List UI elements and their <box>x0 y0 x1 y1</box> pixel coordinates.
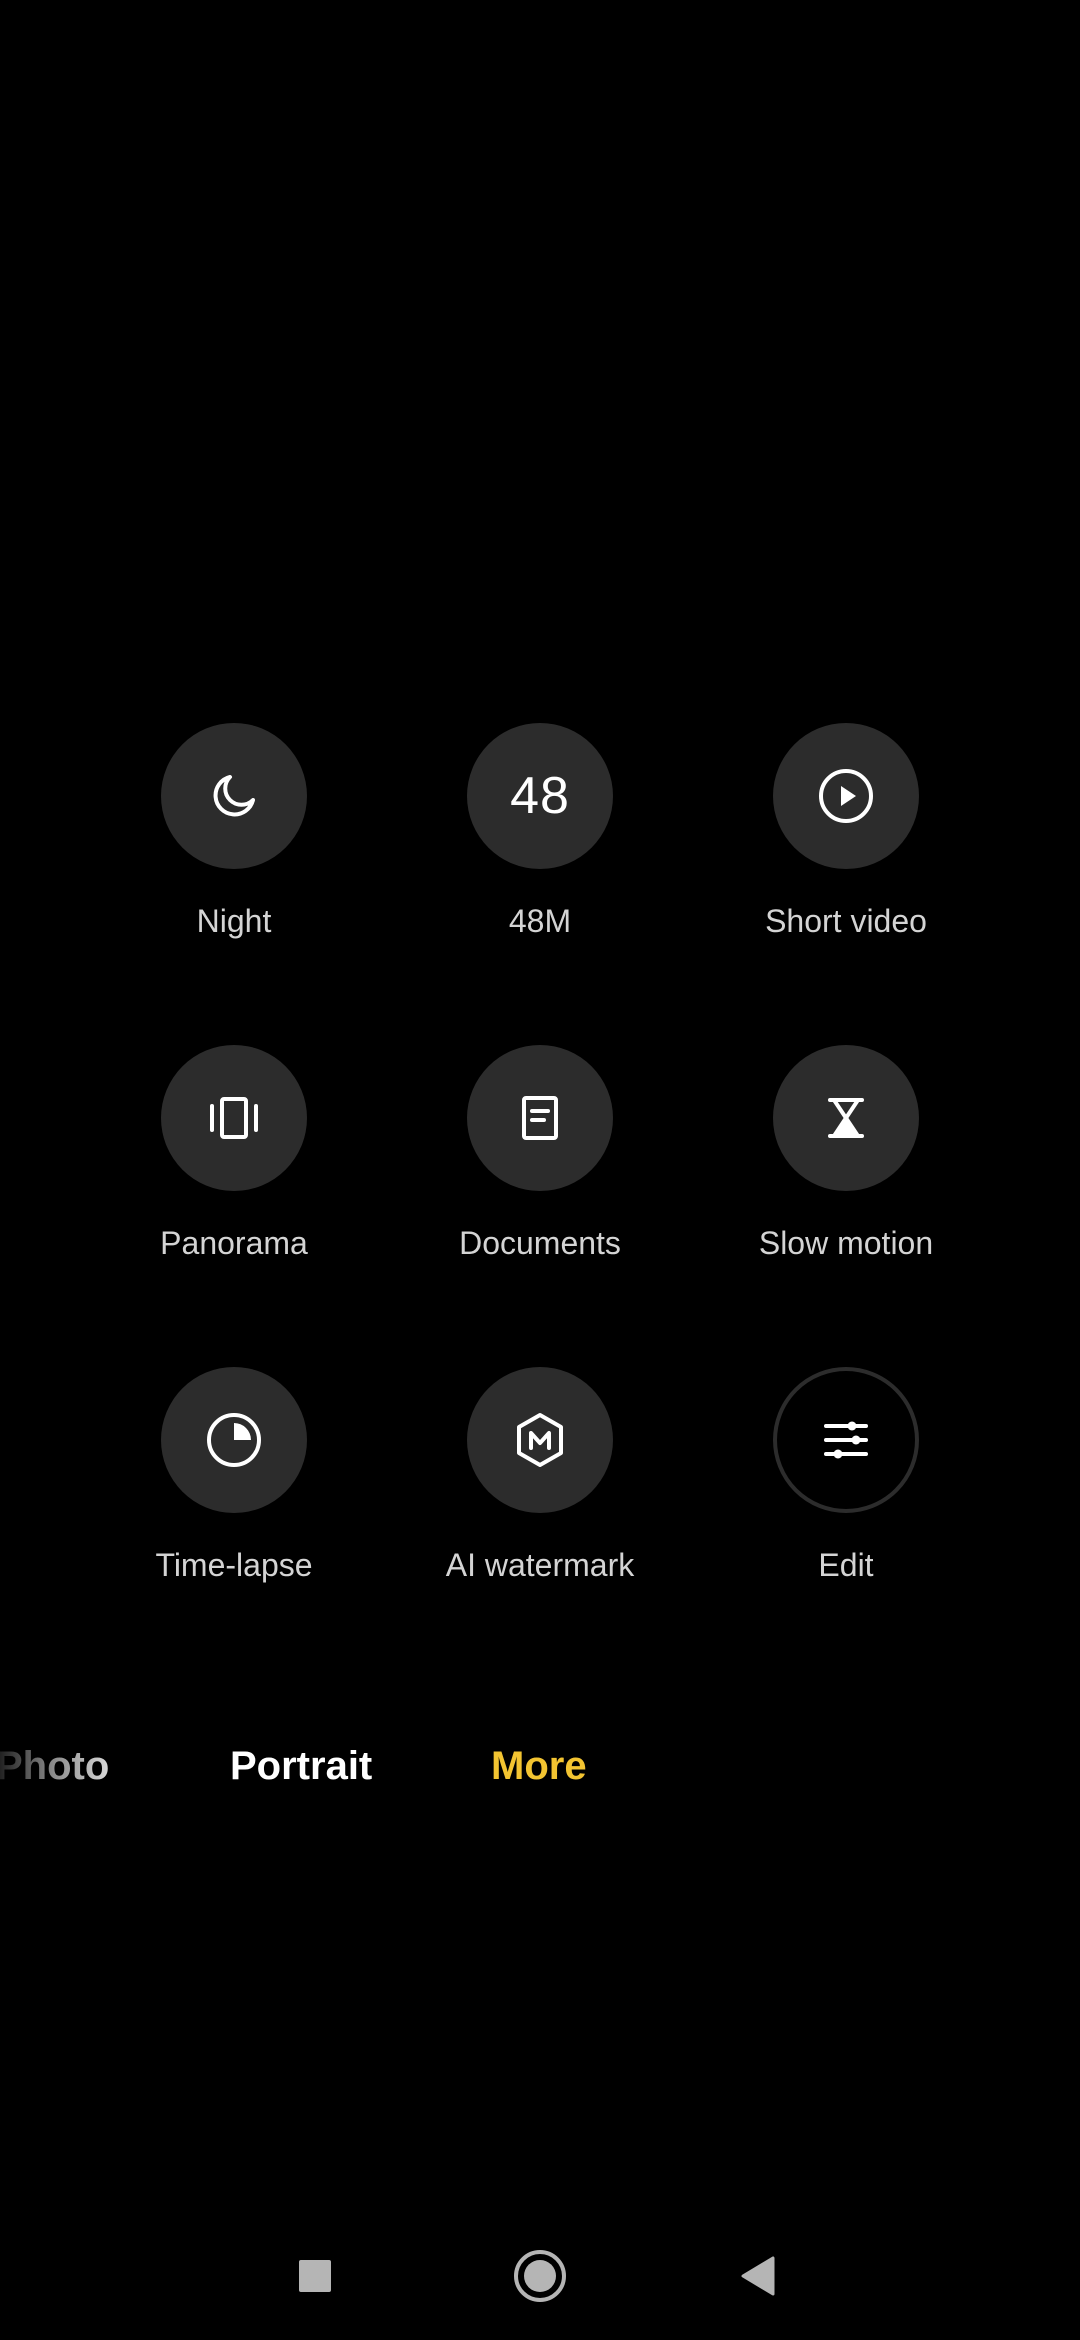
sliders-icon <box>824 1421 868 1459</box>
documents-button[interactable] <box>467 1045 613 1191</box>
document-icon <box>522 1096 558 1140</box>
moon-icon <box>213 775 255 817</box>
time-lapse-label: Time-lapse <box>155 1547 313 1583</box>
48-text-icon: 48 <box>510 767 570 825</box>
mode-ai-watermark[interactable]: AI watermark <box>387 1367 693 1667</box>
recents-button[interactable] <box>279 2240 351 2312</box>
play-circle-icon <box>819 769 873 823</box>
mode-time-lapse[interactable]: Time-lapse <box>81 1367 387 1667</box>
ai-watermark-button[interactable] <box>467 1367 613 1513</box>
mode-slow-motion[interactable]: Slow motion <box>693 1045 999 1345</box>
edit-button[interactable] <box>773 1367 919 1513</box>
night-button[interactable] <box>161 723 307 869</box>
timer-icon <box>207 1413 261 1467</box>
mode-edit[interactable]: Edit <box>693 1367 999 1667</box>
short-video-button[interactable] <box>773 723 919 869</box>
mode-documents[interactable]: Documents <box>387 1045 693 1345</box>
hourglass-icon <box>828 1098 864 1138</box>
panorama-icon <box>210 1097 258 1139</box>
recents-square-icon <box>299 2260 331 2292</box>
panorama-label: Panorama <box>160 1225 308 1261</box>
back-button[interactable] <box>723 2240 795 2312</box>
mode-panorama[interactable]: Panorama <box>81 1045 387 1345</box>
mode-tab-photo[interactable]: Photo <box>0 1742 109 1790</box>
48m-button[interactable]: 48 <box>467 723 613 869</box>
mode-short-video[interactable]: Short video <box>693 723 999 1023</box>
watermark-hexagon-icon <box>517 1413 563 1467</box>
mode-48m[interactable]: 48 48M <box>387 723 693 1023</box>
time-lapse-button[interactable] <box>161 1367 307 1513</box>
edit-label: Edit <box>818 1547 874 1583</box>
48m-label: 48M <box>508 903 572 939</box>
documents-label: Documents <box>459 1225 621 1261</box>
mode-tab-more[interactable]: More <box>491 1742 587 1790</box>
short-video-label: Short video <box>765 903 927 939</box>
mode-tab-portrait[interactable]: Portrait <box>230 1742 372 1790</box>
panorama-button[interactable] <box>161 1045 307 1191</box>
back-triangle-icon <box>741 2256 775 2296</box>
slow-motion-button[interactable] <box>773 1045 919 1191</box>
mode-night[interactable]: Night <box>81 723 387 1023</box>
slow-motion-label: Slow motion <box>758 1225 934 1261</box>
home-circle-icon <box>514 2250 566 2302</box>
night-label: Night <box>196 903 272 939</box>
ai-watermark-label: AI watermark <box>445 1547 635 1583</box>
home-button[interactable] <box>504 2240 576 2312</box>
